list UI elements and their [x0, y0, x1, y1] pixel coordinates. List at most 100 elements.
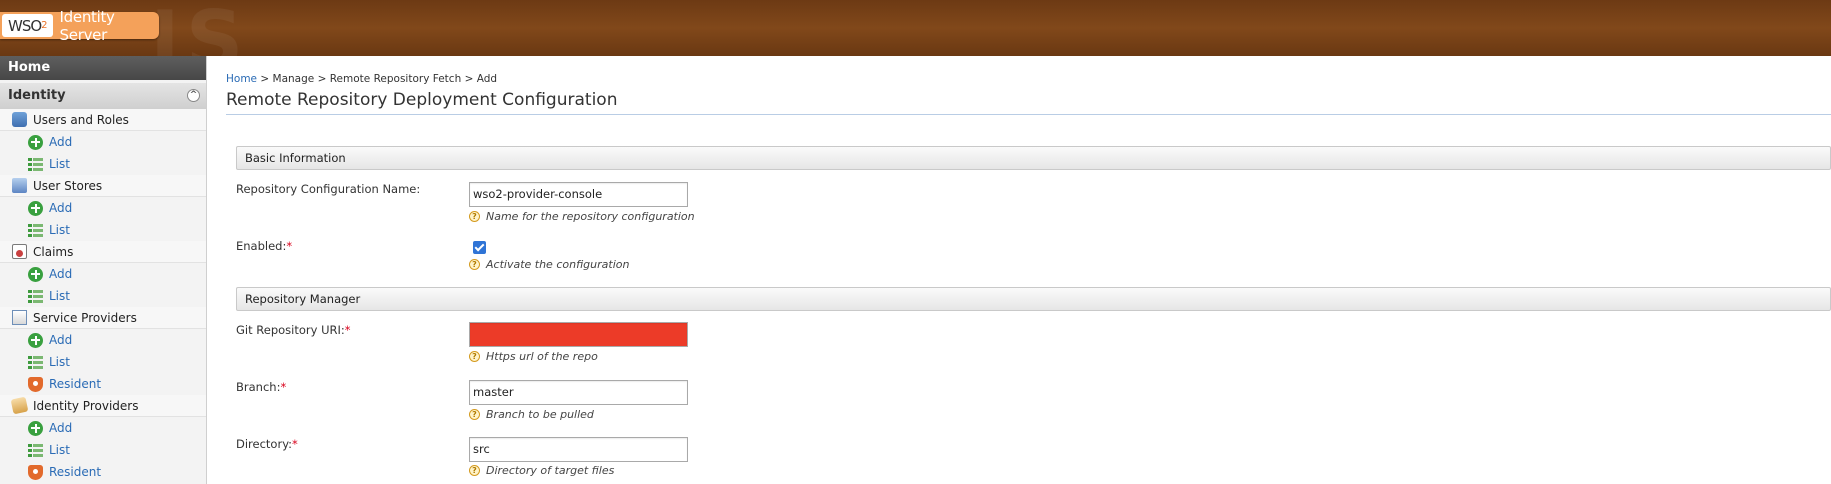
git-uri-hint: ? Https url of the repo — [469, 350, 598, 363]
directory-input[interactable]: src — [469, 437, 688, 462]
sidebar-group-label: Identity Providers — [33, 398, 139, 413]
enabled-checkbox[interactable] — [473, 241, 486, 254]
sidebar-home-link[interactable]: Home — [0, 56, 206, 80]
branch-label-text: Branch: — [236, 380, 281, 394]
sidebar-item-users-add[interactable]: Add — [0, 131, 206, 153]
wso2-logo-mark: WSO 2 — [2, 14, 53, 37]
sidebar-item-user-stores-list[interactable]: List — [0, 219, 206, 241]
page-title: Remote Repository Deployment Configurati… — [226, 90, 618, 110]
list-icon — [28, 442, 43, 458]
sidebar-item-label: Add — [49, 421, 73, 435]
sidebar-section-identity[interactable]: Identity ^ — [0, 83, 206, 109]
add-icon — [28, 332, 43, 348]
header-watermark: IS — [150, 0, 250, 56]
add-icon — [28, 200, 43, 216]
claims-icon — [12, 244, 27, 259]
list-icon — [28, 288, 43, 304]
enabled-label-text: Enabled: — [236, 239, 287, 253]
list-icon — [28, 156, 43, 172]
app-header: IS WSO 2 Identity Server — [0, 0, 1831, 56]
breadcrumb-remote-repository-fetch: Remote Repository Fetch — [329, 73, 462, 85]
sidebar-item-service-providers-resident[interactable]: Resident — [0, 373, 206, 395]
breadcrumb: Home > Manage > Remote Repository Fetch … — [226, 73, 497, 85]
help-icon: ? — [469, 211, 480, 222]
directory-label-text: Directory: — [236, 437, 293, 451]
sidebar-group-label: Service Providers — [33, 310, 137, 325]
breadcrumb-current: Add — [476, 73, 498, 85]
breadcrumb-separator: > — [464, 73, 474, 85]
sidebar-item-identity-providers-add[interactable]: Add — [0, 417, 206, 439]
sidebar-item-service-providers-list[interactable]: List — [0, 351, 206, 373]
sidebar-item-label: List — [49, 289, 70, 303]
required-marker: * — [286, 239, 293, 253]
config-name-hint-text: Name for the repository configuration — [486, 210, 695, 223]
add-icon — [28, 266, 43, 282]
sidebar-group-label: User Stores — [33, 178, 103, 193]
sidebar-item-identity-providers-list[interactable]: List — [0, 439, 206, 461]
sidebar-group-label: Claims — [33, 244, 74, 259]
required-marker: * — [292, 437, 298, 451]
section-basic-information: Basic Information — [236, 146, 1831, 170]
logo-wso-text: WSO — [8, 16, 42, 35]
directory-label: Directory:* — [236, 437, 298, 451]
breadcrumb-manage: Manage — [272, 73, 315, 85]
required-marker: * — [344, 323, 351, 337]
sidebar-group-service-providers[interactable]: Service Providers — [0, 307, 206, 329]
breadcrumb-separator: > — [260, 73, 270, 85]
list-icon — [28, 222, 43, 238]
sidebar-group-claims[interactable]: Claims — [0, 241, 206, 263]
git-uri-input[interactable] — [469, 322, 688, 347]
help-icon: ? — [469, 259, 480, 270]
sidebar-item-label: List — [49, 443, 70, 457]
directory-hint-text: Directory of target files — [486, 464, 615, 477]
sidebar-item-user-stores-add[interactable]: Add — [0, 197, 206, 219]
help-icon: ? — [469, 409, 480, 420]
section-repository-manager: Repository Manager — [236, 287, 1831, 311]
title-divider — [226, 114, 1831, 115]
enabled-label: Enabled:* — [236, 239, 292, 253]
breadcrumb-separator: > — [317, 73, 327, 85]
sidebar-item-label: Add — [49, 267, 73, 281]
branch-label: Branch:* — [236, 380, 286, 394]
git-uri-label: Git Repository URI:* — [236, 323, 351, 337]
sidebar-group-users-and-roles[interactable]: Users and Roles — [0, 109, 206, 131]
sidebar-item-label: Resident — [49, 377, 102, 391]
logo-two-text: 2 — [41, 20, 47, 31]
add-icon — [28, 420, 43, 436]
directory-hint: ? Directory of target files — [469, 464, 614, 477]
sidebar-item-label: List — [49, 355, 70, 369]
sidebar-item-label: Add — [49, 135, 73, 149]
user-stores-icon — [12, 178, 27, 193]
sidebar-item-service-providers-add[interactable]: Add — [0, 329, 206, 351]
product-logo[interactable]: WSO 2 Identity Server — [0, 8, 159, 44]
add-icon — [28, 134, 43, 150]
sidebar-group-identity-providers[interactable]: Identity Providers — [0, 395, 206, 417]
collapse-up-icon[interactable]: ^ — [187, 89, 200, 102]
branch-hint: ? Branch to be pulled — [469, 408, 594, 421]
branch-input[interactable]: master — [469, 380, 688, 405]
git-uri-label-text: Git Repository URI: — [236, 323, 345, 337]
sidebar-item-label: List — [49, 223, 70, 237]
sidebar-item-label: Resident — [49, 465, 102, 479]
users-roles-icon — [12, 112, 27, 127]
required-marker: * — [280, 380, 287, 394]
enabled-hint-text: Activate the configuration — [486, 258, 630, 271]
resident-icon — [28, 376, 43, 392]
sidebar-item-users-list[interactable]: List — [0, 153, 206, 175]
branch-hint-text: Branch to be pulled — [486, 408, 594, 421]
config-name-input[interactable]: wso2-provider-console — [469, 182, 688, 207]
sidebar-group-user-stores[interactable]: User Stores — [0, 175, 206, 197]
list-icon — [28, 354, 43, 370]
sidebar-item-claims-list[interactable]: List — [0, 285, 206, 307]
sidebar-item-label: List — [49, 157, 70, 171]
sidebar-item-label: Add — [49, 333, 73, 347]
resident-icon — [28, 464, 43, 480]
breadcrumb-home-link[interactable]: Home — [226, 73, 257, 85]
sidebar-item-claims-add[interactable]: Add — [0, 263, 206, 285]
sidebar-group-label: Users and Roles — [33, 112, 129, 127]
git-uri-hint-text: Https url of the repo — [486, 350, 598, 363]
help-icon: ? — [469, 351, 480, 362]
product-name: Identity Server — [59, 7, 115, 44]
config-name-label: Repository Configuration Name: — [236, 182, 420, 196]
sidebar-item-identity-providers-resident[interactable]: Resident — [0, 461, 206, 483]
